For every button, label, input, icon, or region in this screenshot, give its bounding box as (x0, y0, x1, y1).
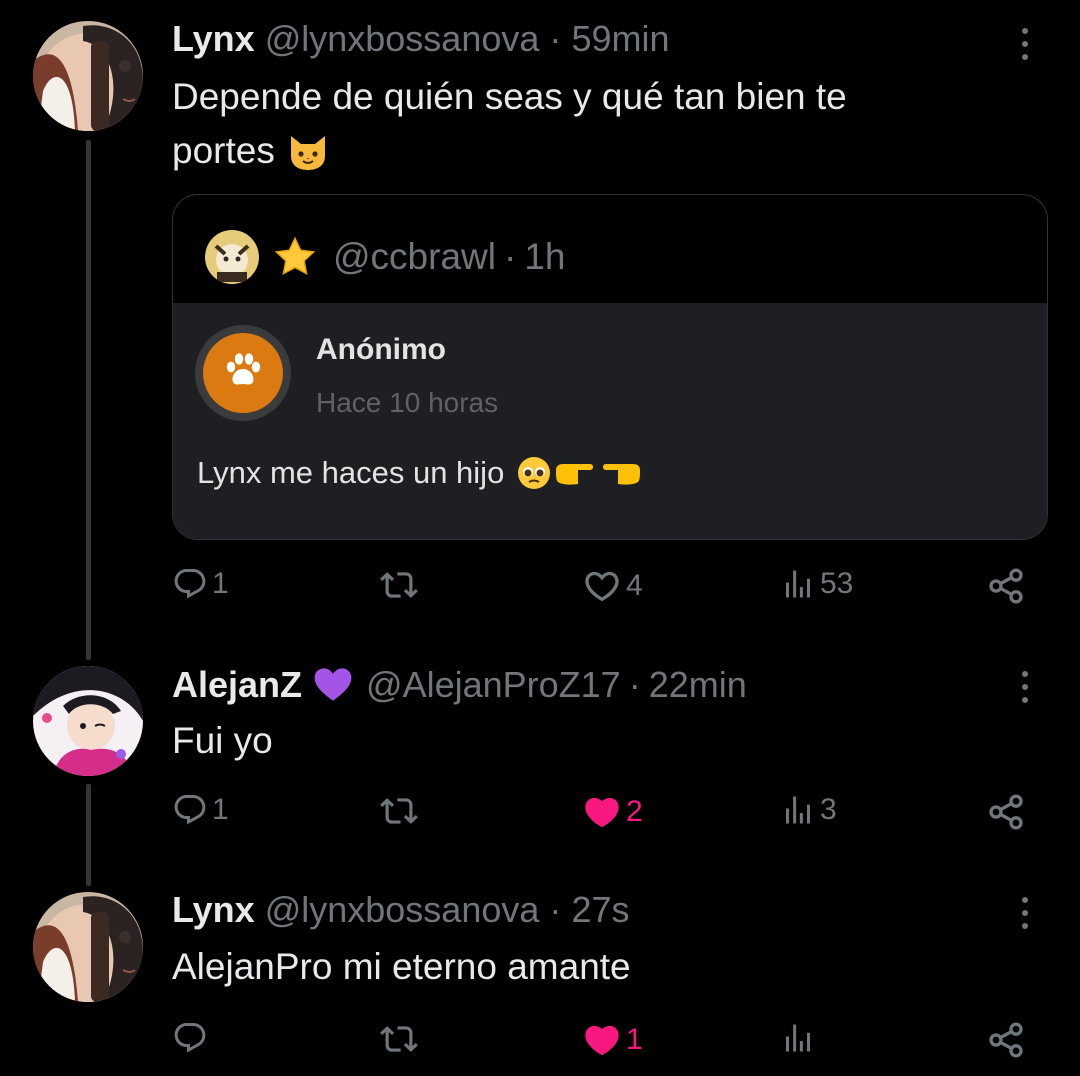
user-handle[interactable]: @AlejanProZ17 (366, 663, 621, 707)
post-text: AlejanPro mi eterno amante (172, 946, 631, 987)
repost-icon (380, 566, 418, 604)
pleading-face-emoji-icon (516, 455, 552, 491)
share-button[interactable] (986, 792, 1026, 832)
share-button[interactable] (986, 1020, 1026, 1060)
quoted-post-header: @ccbrawl · 1h (205, 230, 565, 284)
views-icon (780, 792, 816, 828)
separator-dot: · (549, 889, 562, 930)
separator-dot: · (549, 18, 562, 59)
heart-filled-icon (582, 792, 622, 832)
post-time[interactable]: 27s (571, 889, 629, 930)
thread-line (86, 784, 91, 886)
separator-dot: · (503, 236, 517, 277)
share-icon (986, 792, 1026, 832)
cat-face-emoji-icon (287, 130, 329, 172)
avatar[interactable] (33, 892, 143, 1002)
separator-dot: · (628, 664, 641, 705)
share-icon (986, 1020, 1026, 1060)
reply-button[interactable]: 1 (172, 792, 229, 828)
reply-button[interactable] (172, 1020, 212, 1056)
reply-icon (172, 1020, 208, 1056)
reply-icon (172, 792, 208, 828)
views-icon (780, 566, 816, 602)
like-button[interactable]: 2 (582, 792, 643, 832)
user-handle[interactable]: @lynxbossanova (265, 18, 540, 59)
post-time[interactable]: 59min (571, 18, 669, 59)
quoted-post[interactable]: @ccbrawl · 1h Anónimo Hace 10 horas Lynx… (172, 194, 1048, 540)
anonymous-time: Hace 10 horas (316, 387, 499, 418)
more-options-icon[interactable] (1012, 667, 1038, 707)
post-header: AlejanZ @AlejanProZ17 · 22min (172, 663, 747, 707)
post-time[interactable]: 22min (649, 663, 747, 707)
reply-button[interactable]: 1 (172, 566, 229, 602)
display-name[interactable]: Lynx (172, 18, 255, 59)
anonymous-message-text: Lynx me haces un hijo (197, 455, 505, 490)
more-options-icon[interactable] (1012, 24, 1038, 64)
post-time[interactable]: 1h (524, 236, 565, 278)
thread-line (86, 140, 91, 660)
views-count: 3 (820, 793, 837, 826)
post-header: Lynx @lynxbossanova · 27s (172, 888, 629, 932)
share-icon (986, 566, 1026, 606)
pointing-right-emoji-icon (554, 458, 596, 488)
repost-button[interactable] (380, 1020, 422, 1058)
views-button[interactable] (780, 1020, 820, 1056)
star-badge-icon (273, 235, 317, 279)
views-count: 53 (820, 567, 854, 600)
like-count: 2 (626, 795, 643, 828)
like-count: 4 (626, 569, 643, 602)
heart-filled-icon (582, 1020, 622, 1060)
views-icon (780, 1020, 816, 1056)
avatar[interactable] (205, 230, 259, 284)
anonymous-question-card: Anónimo Hace 10 horas Lynx me haces un h… (173, 303, 1047, 539)
purple-heart-icon (312, 664, 354, 706)
avatar[interactable] (33, 666, 143, 776)
paw-icon (222, 350, 264, 397)
anonymous-name: Anónimo (316, 333, 446, 366)
repost-icon (380, 1020, 418, 1058)
repost-icon (380, 792, 418, 830)
pointing-left-emoji-icon (600, 458, 642, 488)
reply-count: 1 (212, 567, 229, 600)
reply-icon (172, 566, 208, 602)
post-text: Fui yo (172, 720, 273, 761)
user-handle[interactable]: @ccbrawl (333, 236, 496, 278)
repost-button[interactable] (380, 566, 422, 604)
user-handle[interactable]: @lynxbossanova (265, 889, 540, 930)
anonymous-avatar (195, 325, 291, 421)
anonymous-message: Lynx me haces un hijo (197, 455, 642, 491)
post-text-line: portes (172, 130, 275, 171)
display-name[interactable]: AlejanZ (172, 663, 302, 707)
like-button[interactable]: 4 (582, 566, 643, 606)
heart-icon (582, 566, 622, 606)
views-button[interactable]: 53 (780, 566, 853, 602)
display-name[interactable]: Lynx (172, 889, 255, 930)
post-text: Depende de quién seas y qué tan bien te … (172, 70, 992, 178)
post-header: Lynx @lynxbossanova · 59min (172, 17, 670, 61)
views-button[interactable]: 3 (780, 792, 837, 828)
more-options-icon[interactable] (1012, 893, 1038, 933)
repost-button[interactable] (380, 792, 422, 830)
reply-count: 1 (212, 793, 229, 826)
like-button[interactable]: 1 (582, 1020, 643, 1060)
like-count: 1 (626, 1023, 643, 1056)
avatar[interactable] (33, 21, 143, 131)
post-text-line: Depende de quién seas y qué tan bien te (172, 76, 847, 117)
share-button[interactable] (986, 566, 1026, 606)
